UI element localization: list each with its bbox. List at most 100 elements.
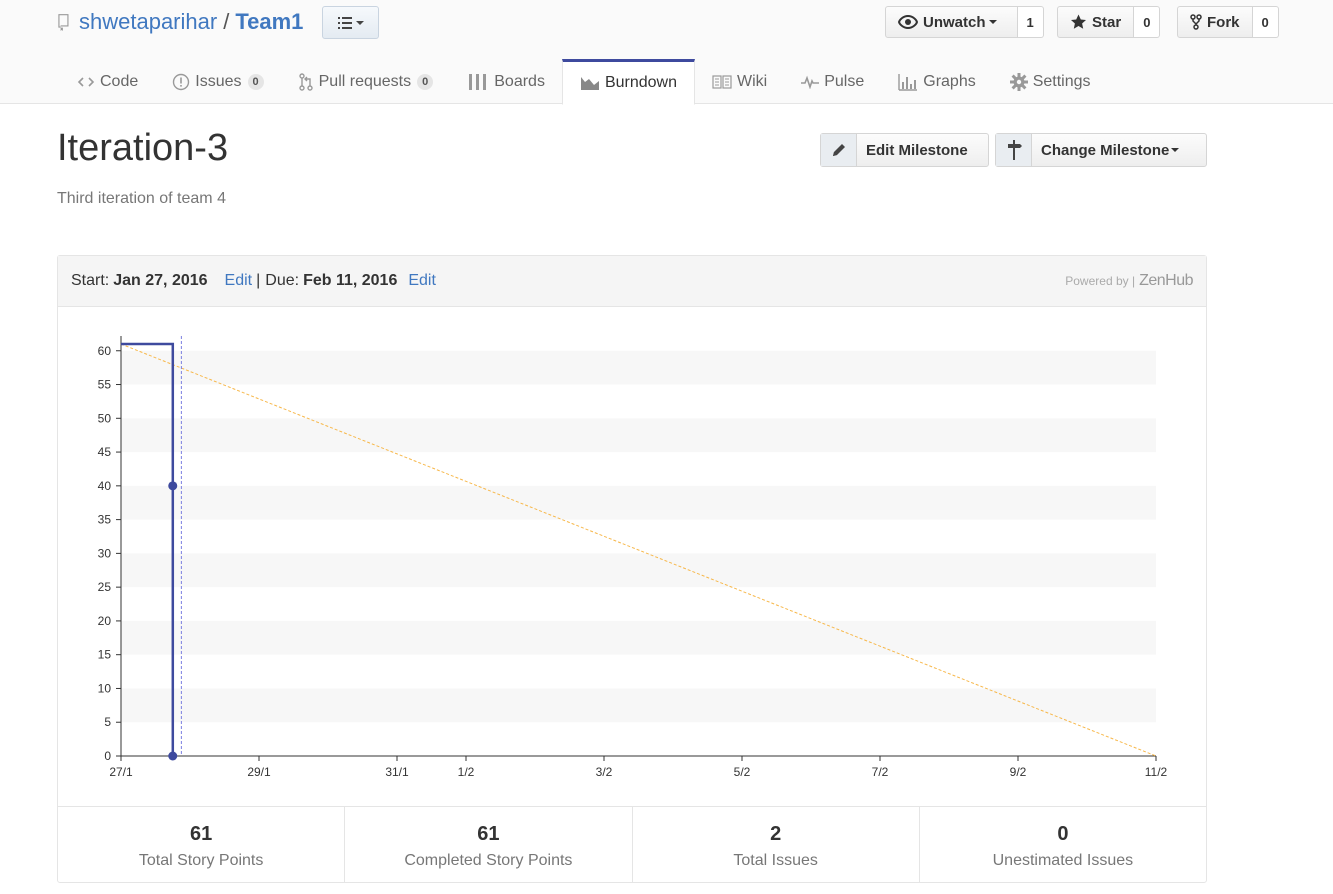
list-icon: [337, 16, 364, 29]
change-milestone-text: Change Milestone: [1041, 141, 1170, 159]
forks-count[interactable]: 0: [1252, 6, 1279, 38]
pull-request-icon: [298, 72, 313, 91]
issue-icon: [173, 73, 190, 90]
stat-label: Total Issues: [733, 852, 818, 869]
tab-wiki[interactable]: Wiki: [695, 59, 784, 104]
tab-label: Pull requests: [318, 72, 412, 90]
header-separator: |: [256, 272, 261, 289]
stat-label: Unestimated Issues: [992, 852, 1134, 869]
due-label: Due:: [265, 272, 300, 289]
edit-due-link[interactable]: Edit: [408, 272, 436, 290]
star-icon: [1071, 14, 1086, 29]
y-tick-label: 35: [98, 513, 112, 527]
y-tick-label: 55: [98, 378, 112, 392]
start-date: Jan 27, 2016: [113, 272, 208, 289]
x-tick-label: 1/2: [458, 765, 475, 779]
tab-pulse[interactable]: Pulse: [784, 59, 881, 104]
edit-milestone-button[interactable]: Edit Milestone: [820, 133, 989, 167]
unwatch-label: Unwatch: [923, 13, 986, 31]
stat-value: 2: [770, 823, 782, 845]
y-tick-label: 60: [98, 344, 112, 358]
x-tick-label: 27/1: [109, 765, 133, 779]
watch-action: Unwatch 1: [885, 6, 1044, 38]
tab-boards[interactable]: Boards: [450, 59, 562, 104]
tab-settings[interactable]: Settings: [993, 59, 1108, 104]
x-tick-label: 7/2: [872, 765, 889, 779]
fork-action: Fork 0: [1177, 6, 1279, 38]
tab-pull-requests[interactable]: Pull requests 0: [281, 59, 451, 104]
tab-graphs[interactable]: Graphs: [881, 59, 992, 104]
star-button[interactable]: Star: [1057, 6, 1135, 38]
repo-header: shwetaparihar / Team1 Unwatch 1 Star 0 F…: [0, 0, 1333, 105]
stars-count[interactable]: 0: [1134, 6, 1161, 38]
signpost-icon: [996, 134, 1032, 166]
grid-band: [121, 553, 1156, 588]
change-milestone-label: Change Milestone: [1032, 134, 1190, 166]
stat-label: Completed Story Points: [404, 852, 573, 869]
tab-label: Code: [100, 72, 139, 90]
edit-start-link[interactable]: Edit: [225, 272, 253, 290]
repo-owner-link[interactable]: shwetaparihar: [79, 9, 217, 35]
pulse-icon: [801, 75, 820, 89]
boards-icon: [469, 73, 487, 90]
milestone-title: Iteration-3: [57, 127, 229, 169]
data-point: [168, 481, 178, 491]
stat-total-issues: 2 Total Issues: [633, 807, 920, 883]
caret-down-icon: [988, 20, 997, 24]
milestone-description: Third iteration of team 4: [57, 190, 226, 207]
grid-band: [121, 418, 1156, 453]
tab-label: Wiki: [737, 72, 768, 90]
code-icon: [77, 76, 95, 87]
zenhub-logo[interactable]: ZenHub: [1139, 272, 1193, 290]
y-tick-label: 40: [98, 479, 112, 493]
repo-title: shwetaparihar / Team1: [57, 9, 303, 35]
x-tick-label: 3/2: [596, 765, 613, 779]
repo-nav-tabs: Code Issues 0 Pull requests 0 Boards Bur…: [60, 59, 1108, 105]
tab-label: Boards: [494, 72, 545, 90]
tab-label: Graphs: [923, 72, 976, 90]
eye-icon: [898, 15, 918, 29]
grid-band: [121, 620, 1156, 655]
gear-icon: [1009, 72, 1028, 91]
y-tick-label: 45: [98, 445, 112, 459]
grid-band: [121, 350, 1156, 385]
grid-band: [121, 688, 1156, 723]
tab-burndown[interactable]: Burndown: [561, 59, 695, 105]
tab-label: Settings: [1032, 72, 1091, 90]
stat-value: 61: [190, 823, 213, 845]
powered-by-text: Powered by |: [1065, 274, 1136, 288]
tab-label: Issues: [195, 72, 242, 90]
x-tick-label: 11/2: [1145, 765, 1168, 779]
issues-count-badge: 0: [247, 73, 264, 90]
repo-name-link[interactable]: Team1: [235, 9, 303, 35]
y-tick-label: 25: [98, 580, 112, 594]
y-tick-label: 30: [98, 546, 112, 560]
x-tick-label: 5/2: [734, 765, 751, 779]
tab-issues[interactable]: Issues 0: [155, 59, 280, 104]
unwatch-button[interactable]: Unwatch: [885, 6, 1018, 38]
grid-band: [121, 485, 1156, 520]
stat-completed-story-points: 61 Completed Story Points: [345, 807, 633, 883]
stat-label: Total Story Points: [138, 852, 264, 869]
watchers-count[interactable]: 1: [1017, 6, 1044, 38]
repo-menu-button[interactable]: [322, 6, 379, 39]
fork-label: Fork: [1207, 13, 1240, 31]
y-tick-label: 15: [98, 648, 112, 662]
due-date: Feb 11, 2016: [303, 272, 398, 289]
y-tick-label: 20: [98, 614, 112, 628]
powered-by: Powered by | ZenHub: [1065, 272, 1193, 290]
start-label: Start:: [71, 272, 110, 289]
repo-separator: /: [223, 9, 230, 34]
y-tick-label: 10: [98, 681, 112, 695]
book-icon: [712, 74, 732, 89]
data-point: [168, 751, 178, 761]
edit-milestone-label: Edit Milestone: [866, 141, 968, 159]
fork-icon: [1190, 14, 1202, 30]
tab-label: Burndown: [604, 74, 677, 91]
star-action: Star 0: [1057, 6, 1161, 38]
change-milestone-button[interactable]: Change Milestone: [995, 133, 1207, 167]
stat-value: 61: [477, 823, 500, 845]
fork-button[interactable]: Fork: [1177, 6, 1253, 38]
y-tick-label: 50: [98, 411, 112, 425]
tab-code[interactable]: Code: [60, 59, 155, 104]
